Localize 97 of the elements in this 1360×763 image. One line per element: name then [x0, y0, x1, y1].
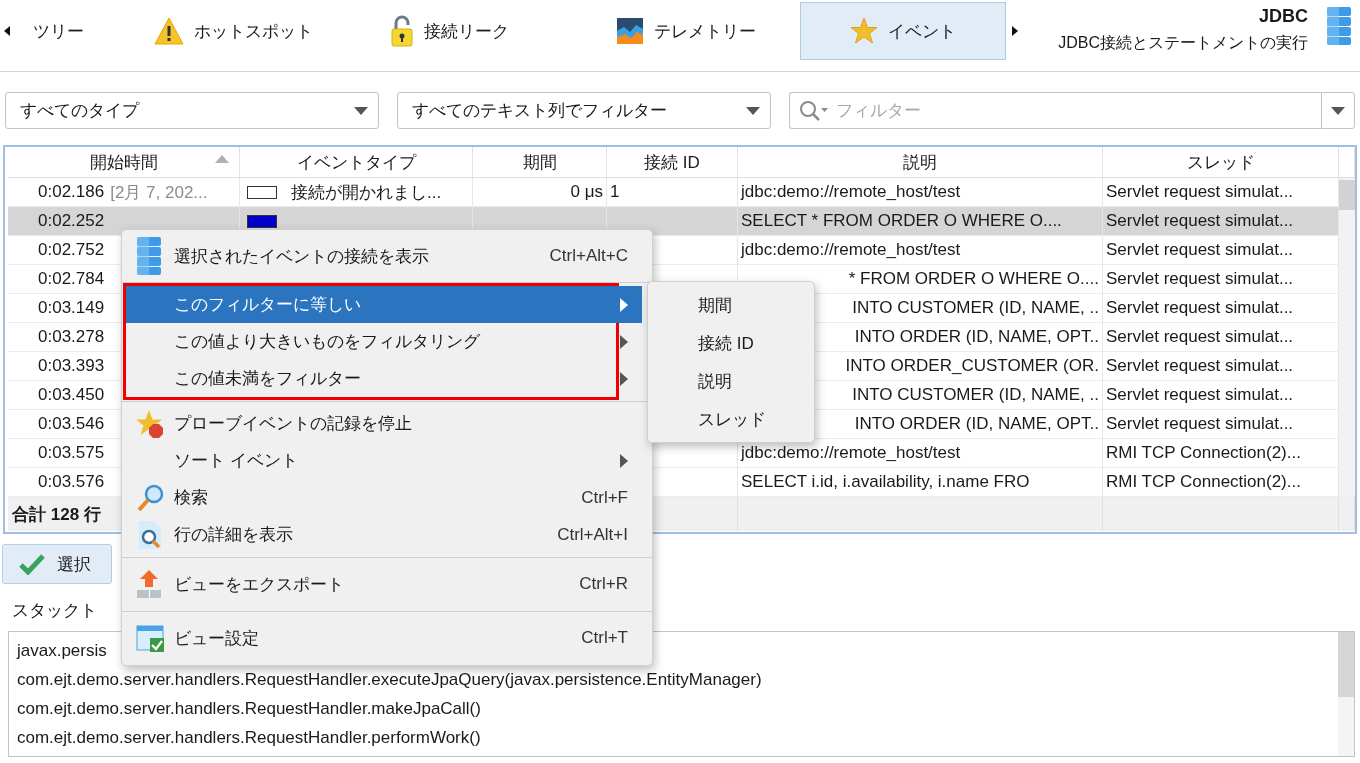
table-cell: Servlet request simulat...	[1106, 269, 1294, 289]
dropdown-button[interactable]	[1321, 92, 1355, 129]
table-cell: Servlet request simulat...	[1106, 327, 1294, 347]
select-button[interactable]: 選択	[2, 544, 112, 584]
menu-item[interactable]: スレッド	[648, 400, 814, 438]
search-icon	[136, 482, 166, 513]
menu-item[interactable]: 接続 ID	[648, 324, 814, 362]
section-label: スタックト	[12, 600, 98, 622]
tab[interactable]: イベント	[800, 2, 1006, 60]
table-cell: Servlet request simulat...	[1106, 356, 1294, 376]
submenu-arrow-icon	[620, 297, 628, 312]
padlock-icon	[389, 15, 414, 47]
table-cell: Servlet request simulat...	[1106, 182, 1294, 202]
table-cell: 1	[610, 182, 620, 202]
menu-item[interactable]: 説明	[648, 362, 814, 400]
star-stop-icon	[136, 408, 166, 439]
start-time: 0:02.252	[38, 211, 105, 231]
stack-frame[interactable]: javax.persis	[17, 636, 107, 665]
table-cell: Servlet request simulat...	[1106, 211, 1294, 231]
start-time: 0:03.393	[38, 356, 105, 376]
start-time: 0:02.186	[38, 182, 105, 202]
table-cell: jdbc:demo://remote_host/test	[741, 182, 961, 202]
table-cell: SELECT * FROM ORDER O WHERE O....	[741, 211, 1062, 231]
column-dropdown[interactable]: すべてのテキスト列でフィルター	[397, 92, 771, 129]
menu-item[interactable]: プローブイベントの記録を停止	[126, 405, 642, 442]
table-cell: 0 μs	[570, 182, 603, 202]
table-cell: INTO ORDER (ID, NAME, OPT..	[854, 414, 1099, 434]
tab[interactable]: ツリー	[10, 2, 106, 60]
search-icon	[799, 100, 829, 122]
table-cell: INTO CUSTOMER (ID, NAME, ..	[852, 385, 1099, 405]
start-time: 0:02.752	[38, 240, 105, 260]
scrollbar-thumb[interactable]	[1338, 632, 1354, 697]
menu-item[interactable]: このフィルターに等しい	[126, 286, 642, 323]
view-title: JDBC	[1259, 6, 1308, 27]
table-cell: RMI TCP Connection(2)...	[1106, 472, 1301, 492]
table-cell: INTO ORDER_CUSTOMER (OR.	[845, 356, 1099, 376]
column-header[interactable]: 説明	[903, 150, 937, 174]
scrollbar-track[interactable]	[1339, 178, 1355, 497]
menu-item[interactable]: 行の詳細を表示 Ctrl+Alt+I	[126, 516, 642, 553]
menu-item[interactable]: この値未満をフィルター	[126, 360, 642, 397]
submenu-arrow-icon	[620, 371, 628, 386]
caret-icon[interactable]	[1331, 106, 1345, 115]
menu-item[interactable]: ビュー設定 Ctrl+T	[126, 615, 642, 661]
start-time: 0:03.149	[38, 298, 105, 318]
stack-frame[interactable]: com.ejt.demo.server.handlers.RequestHandler.executeJpaQuery(javax.persistence.EntityManager)	[17, 665, 762, 694]
start-time: 0:02.784	[38, 269, 105, 289]
column-header[interactable]: 開始時間	[89, 150, 158, 174]
tab[interactable]: テレメトリー	[586, 2, 786, 60]
menu-item[interactable]: ビューをエクスポート Ctrl+R	[126, 561, 642, 607]
table-cell: * FROM ORDER O WHERE O....	[848, 269, 1099, 289]
scroll-left-icon[interactable]	[4, 26, 10, 36]
submenu-arrow-icon	[620, 453, 628, 468]
caret-icon[interactable]	[746, 106, 760, 115]
table-cell: Servlet request simulat...	[1106, 240, 1294, 260]
check-icon	[19, 553, 45, 575]
tab[interactable]: ホットスポット	[120, 2, 346, 60]
table-cell: RMI TCP Connection(2)...	[1106, 443, 1301, 463]
tab[interactable]: 接続リーク	[346, 2, 552, 60]
column-header[interactable]: 期間	[522, 150, 557, 174]
search-field[interactable]: フィルター	[789, 92, 1321, 129]
export-icon	[136, 569, 162, 599]
type-dropdown[interactable]: すべてのタイプ	[5, 92, 379, 129]
column-header[interactable]: イベントタイプ	[296, 150, 416, 174]
table-cell: Servlet request simulat...	[1106, 298, 1294, 318]
database-icon	[136, 236, 162, 276]
document-search-icon	[136, 519, 164, 550]
settings-icon	[136, 623, 166, 653]
event-type: 接続が開かれまし...	[291, 181, 442, 204]
table-cell: SELECT i.id, i.availability, i.name FRO	[741, 472, 1030, 492]
scrollbar-thumb[interactable]	[1339, 180, 1355, 210]
scroll-right-icon[interactable]	[1012, 26, 1018, 36]
table-cell: INTO CUSTOMER (ID, NAME, ..	[852, 298, 1099, 318]
table-cell: Servlet request simulat...	[1106, 385, 1294, 405]
table-cell: Servlet request simulat...	[1106, 414, 1294, 434]
start-date: [2月 7, 202...	[110, 181, 208, 204]
scrollbar-track[interactable]	[1338, 632, 1354, 756]
view-subtitle: JDBC接続とステートメントの実行	[1058, 33, 1308, 53]
submenu-arrow-icon	[620, 334, 628, 349]
menu-item[interactable]: この値より大きいものをフィルタリング	[126, 323, 642, 360]
table-cell: jdbc:demo://remote_host/test	[741, 240, 961, 260]
column-header[interactable]: 接続 ID	[644, 150, 700, 174]
warning-icon	[153, 17, 184, 45]
row-total: 合計 128 行	[12, 503, 101, 526]
table-cell: INTO ORDER (ID, NAME, OPT..	[854, 327, 1099, 347]
stack-frame[interactable]: com.ejt.demo.server.handlers.RequestHandler.makeJpaCall()	[17, 694, 481, 723]
stack-frame[interactable]: com.ejt.demo.server.handlers.RequestHandler.performWork()	[17, 723, 481, 752]
chart-icon	[616, 17, 644, 45]
start-time: 0:03.575	[38, 443, 105, 463]
start-time: 0:03.450	[38, 385, 105, 405]
start-time: 0:03.576	[38, 472, 105, 492]
database-icon	[1326, 6, 1352, 46]
start-time: 0:03.546	[38, 414, 105, 434]
caret-icon[interactable]	[354, 106, 368, 115]
table-cell: jdbc:demo://remote_host/test	[741, 443, 961, 463]
start-time: 0:03.278	[38, 327, 105, 347]
star-icon	[850, 17, 878, 45]
column-header[interactable]: スレッド	[1186, 150, 1255, 174]
